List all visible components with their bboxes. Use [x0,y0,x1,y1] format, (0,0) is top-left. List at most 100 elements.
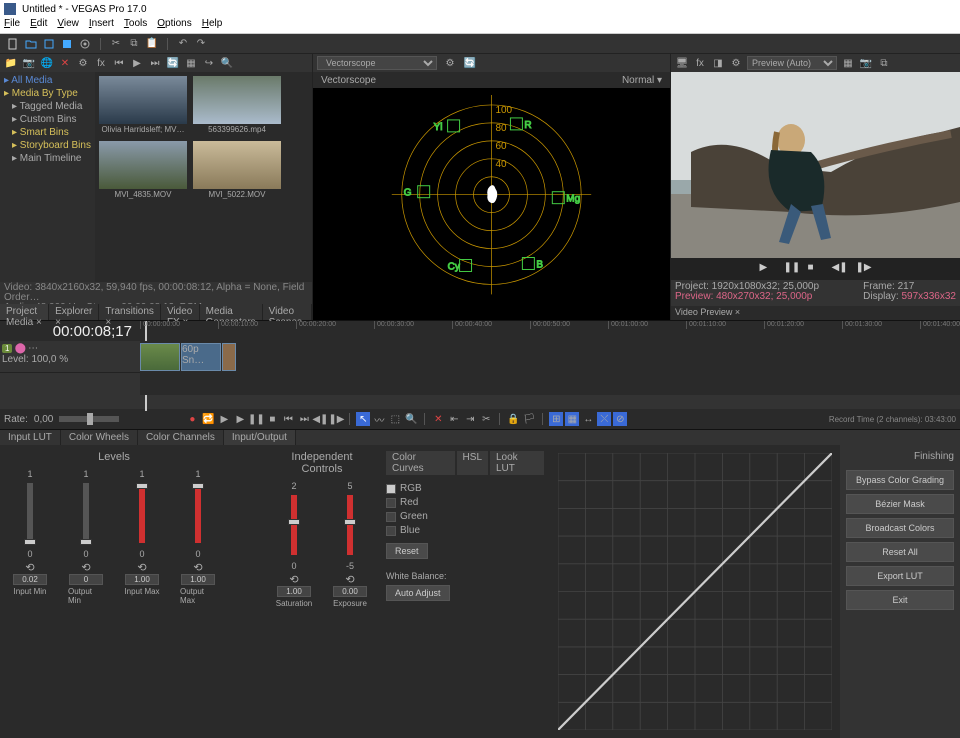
video-clip-2[interactable]: 60p Sn… [181,343,221,371]
save-icon[interactable] [42,37,56,51]
slider-value-input[interactable] [125,574,159,585]
slider-output-min[interactable]: 1 0 ⟲ Output Min [68,469,104,605]
start-icon[interactable]: ⏮ [112,56,126,70]
panel-tab[interactable]: Video Scopes × [263,304,312,320]
curves-display[interactable] [558,453,832,730]
timeline-scrollbar[interactable] [0,395,960,409]
auto-adjust-button[interactable]: Auto Adjust [386,585,450,601]
color-tab[interactable]: Input/Output [224,430,296,445]
media-tree[interactable]: ▸ All Media▸ Media By Type▸ Tagged Media… [0,72,95,282]
tree-item[interactable]: ▸ Tagged Media [2,100,93,113]
ext-monitor-icon[interactable]: 🖥 [675,56,689,70]
pause-button[interactable]: ❚❚ [249,412,263,426]
refresh-icon[interactable]: 🔄 [166,56,180,70]
checkbox-icon[interactable] [386,498,396,508]
snapshot-icon[interactable]: 📷 [859,56,873,70]
reset-all-button[interactable]: Reset All [846,542,954,562]
b-zier-mask-button[interactable]: Bézier Mask [846,494,954,514]
channel-blue[interactable]: Blue [386,525,544,536]
split-icon[interactable]: ◨ [711,56,725,70]
undo-icon[interactable]: ↶ [176,37,190,51]
fx-icon[interactable]: fx [94,56,108,70]
timecode-display[interactable]: 00:00:08;17 [0,323,140,340]
media-thumb[interactable]: MVI_5022.MOV [193,141,281,200]
menu-edit[interactable]: Edit [30,18,47,33]
prev-frame-button[interactable]: ◀❚ [832,262,848,276]
exit-button[interactable]: Exit [846,590,954,610]
delete-button[interactable]: ✕ [431,412,445,426]
play-button[interactable]: ▶ [760,262,776,276]
panel-tab[interactable]: Explorer × [49,304,99,320]
view-icon[interactable]: ▦ [184,56,198,70]
redo-icon[interactable]: ↷ [194,37,208,51]
render-icon[interactable] [60,37,74,51]
preview-quality-select[interactable]: Preview (Auto) [747,56,837,70]
slider-value-input[interactable] [333,586,367,597]
next-frame-button[interactable]: ❚▶ [329,412,343,426]
stop-button[interactable]: ■ [265,412,279,426]
color-tab[interactable]: Input LUT [0,430,61,445]
new-icon[interactable] [6,37,20,51]
properties-icon[interactable] [78,37,92,51]
preview-tab[interactable]: Video Preview × [671,306,960,320]
timeline-ruler[interactable]: 00:00:00:0000:00:10:0000:00:20:0000:00:3… [140,321,960,341]
panel-tab[interactable]: Transitions × [99,304,161,320]
go-end-button[interactable]: ⏭ [297,412,311,426]
color-tab[interactable]: Color Channels [138,430,224,445]
slider-value-input[interactable] [181,574,215,585]
menu-tools[interactable]: Tools [124,18,147,33]
tree-item[interactable]: ▸ Smart Bins [2,126,93,139]
ignore-event-button[interactable]: ⊘ [613,412,627,426]
slider-exposure[interactable]: 5 -5 ⟲ Exposure [332,481,368,608]
paste-icon[interactable]: 📋 [145,37,159,51]
channel-red[interactable]: Red [386,497,544,508]
media-thumb[interactable]: Olivia Harridsleff; MV… [99,76,187,135]
tree-item[interactable]: ▸ All Media [2,74,93,87]
menu-view[interactable]: View [57,18,79,33]
panel-tab[interactable]: Project Media × [0,304,49,320]
selection-tool[interactable]: ⬚ [388,412,402,426]
checkbox-icon[interactable] [386,526,396,536]
slider-input-min[interactable]: 1 0 ⟲ Input Min [12,469,48,605]
split-button[interactable]: ✂ [479,412,493,426]
scope-refresh-icon[interactable]: 🔄 [463,56,477,70]
bypass-color-grading-button[interactable]: Bypass Color Grading [846,470,954,490]
preview-fx-icon[interactable]: fx [693,56,707,70]
channel-green[interactable]: Green [386,511,544,522]
curves-tab[interactable]: Look LUT [490,451,544,475]
menu-help[interactable]: Help [202,18,223,33]
reset-button[interactable]: Reset [386,543,428,559]
remove-icon[interactable]: ✕ [58,56,72,70]
slider-input-max[interactable]: 1 0 ⟲ Input Max [124,469,160,605]
marker-button[interactable]: 🏳 [522,412,536,426]
media-thumb[interactable]: MVI_4835.MOV [99,141,187,200]
export-lut-button[interactable]: Export LUT [846,566,954,586]
channel-rgb[interactable]: RGB [386,483,544,494]
end-icon[interactable]: ⏭ [148,56,162,70]
capture-icon[interactable]: 📷 [22,56,36,70]
video-clip-3[interactable] [222,343,236,371]
scope-settings-icon[interactable]: ⚙ [443,56,457,70]
copy-snapshot-icon[interactable]: ⧉ [877,56,891,70]
snap-button[interactable]: ⊞ [549,412,563,426]
prev-frame-button[interactable]: ◀❚ [313,412,327,426]
get-media-icon[interactable]: 🌐 [40,56,54,70]
auto-ripple-button[interactable]: ↔ [581,412,595,426]
normal-edit-tool[interactable]: ↖ [356,412,370,426]
slider-saturation[interactable]: 2 0 ⟲ Saturation [276,481,312,608]
import-icon[interactable]: 📁 [4,56,18,70]
next-frame-button[interactable]: ❚▶ [856,262,872,276]
slider-value-input[interactable] [277,586,311,597]
tree-item[interactable]: ▸ Media By Type [2,87,93,100]
menu-options[interactable]: Options [157,18,191,33]
rate-slider[interactable] [59,416,119,422]
go-start-button[interactable]: ⏮ [281,412,295,426]
video-clip-1[interactable] [140,343,180,371]
timeline-content[interactable]: 60p Sn… [140,341,960,395]
trim-end-button[interactable]: ⇥ [463,412,477,426]
envelope-tool[interactable]: 〰 [372,412,386,426]
arrow-icon[interactable]: ↪ [202,56,216,70]
preview-settings-icon[interactable]: ⚙ [729,56,743,70]
scope-mode[interactable]: Normal [622,75,654,86]
properties-icon[interactable]: ⚙ [76,56,90,70]
